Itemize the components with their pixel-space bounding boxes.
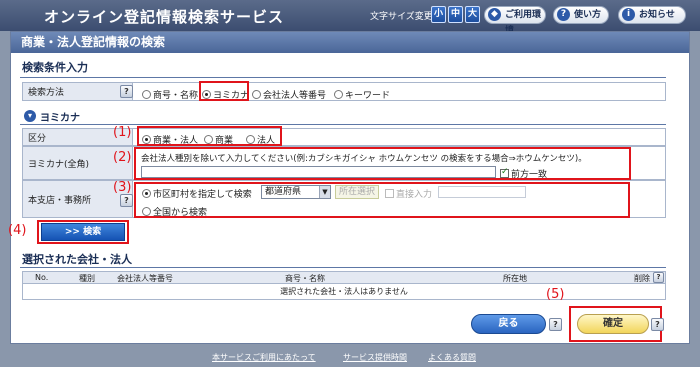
- results-table-header: No. 種別 会社法人等番号 商号・名称 所在地 削除 ?: [22, 271, 666, 284]
- info-icon: i: [622, 8, 635, 21]
- method-option-corporate-number[interactable]: 会社法人等番号: [252, 88, 326, 101]
- font-size-small-button[interactable]: 小: [431, 6, 446, 23]
- news-button[interactable]: i お知らせ: [618, 6, 686, 24]
- usage-label: 使い方: [574, 10, 602, 20]
- section-divider: [20, 267, 666, 268]
- col-no: No.: [35, 273, 49, 282]
- results-empty-message: 選択された会社・法人はありません: [22, 284, 666, 300]
- search-section-title: 検索条件入力: [22, 61, 88, 74]
- delete-help-icon[interactable]: ?: [653, 272, 664, 283]
- method-option-keyword[interactable]: キーワード: [334, 88, 390, 101]
- annotation-1: (1): [113, 125, 132, 140]
- search-method-row: 検索方法 ? 商号・名称 ヨミカナ 会社法人等番号 キーワード: [22, 82, 666, 101]
- environment-icon: ◆: [488, 8, 501, 21]
- results-section-title: 選択された会社・法人: [22, 253, 132, 266]
- news-label: お知らせ: [639, 10, 675, 20]
- col-type: 種別: [79, 274, 95, 283]
- col-delete: 削除: [634, 274, 650, 283]
- highlight-kana: [134, 147, 631, 180]
- radio-icon: [142, 90, 151, 99]
- annotation-3: (3): [113, 180, 132, 195]
- col-location: 所在地: [503, 274, 527, 283]
- confirm-help-icon[interactable]: ?: [651, 318, 664, 331]
- usage-button[interactable]: ? 使い方: [553, 6, 609, 24]
- yomikana-section-title: ヨミカナ: [40, 113, 80, 124]
- footer-link-hours[interactable]: サービス提供時間: [343, 352, 407, 363]
- annotation-5: (5): [546, 287, 565, 302]
- highlight-search-button: [37, 220, 129, 244]
- font-size-label: 文字サイズ変更: [370, 12, 433, 22]
- footer: 本サービスご利用にあたって サービス提供時間 よくある質問: [0, 344, 700, 367]
- search-method-label: 検索方法: [23, 83, 133, 100]
- highlight-office: [134, 182, 630, 218]
- annotation-4: (4): [8, 223, 27, 238]
- highlight-kubun: [137, 126, 282, 146]
- environment-button[interactable]: ◆ ご利用環境: [484, 6, 546, 36]
- highlight-confirm: [569, 306, 662, 342]
- search-method-help-icon[interactable]: ?: [120, 85, 133, 98]
- section-divider: [20, 77, 666, 78]
- footer-link-terms[interactable]: 本サービスご利用にあたって: [212, 352, 316, 363]
- back-button[interactable]: 戻る: [471, 314, 546, 334]
- footer-link-faq[interactable]: よくある質問: [428, 352, 476, 363]
- header-bar: オンライン登記情報検索サービス 文字サイズ変更 小 中 大 ◆ ご利用環境 ? …: [0, 0, 700, 36]
- app-title: オンライン登記情報検索サービス: [44, 8, 285, 26]
- radio-icon: [334, 90, 343, 99]
- section-arrow-icon: ▾: [24, 110, 36, 122]
- font-size-medium-button[interactable]: 中: [448, 6, 463, 23]
- page-title: 商業・法人登記情報の検索: [11, 32, 689, 53]
- col-corp-number: 会社法人等番号: [117, 274, 173, 283]
- col-name: 商号・名称: [285, 274, 325, 283]
- help-icon: ?: [557, 8, 570, 21]
- highlight-yomikana: [199, 81, 249, 101]
- annotation-2: (2): [113, 150, 132, 165]
- method-option-name[interactable]: 商号・名称: [142, 88, 198, 101]
- office-help-icon[interactable]: ?: [120, 194, 133, 207]
- font-size-large-button[interactable]: 大: [465, 6, 480, 23]
- radio-icon: [252, 90, 261, 99]
- back-help-icon[interactable]: ?: [549, 318, 562, 331]
